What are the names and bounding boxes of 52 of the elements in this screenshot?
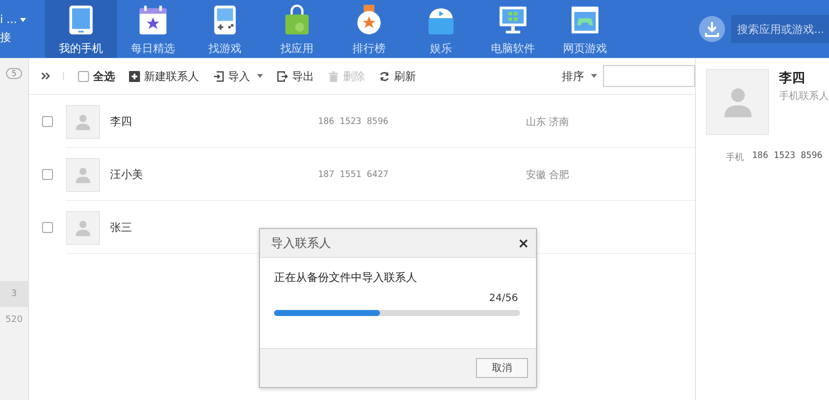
count-badge: 5	[6, 68, 22, 79]
select-all-checkbox[interactable]: 全选	[78, 68, 115, 84]
account-name[interactable]: i ...	[0, 13, 18, 26]
phone-label: 手机	[726, 152, 744, 164]
contact-name: 汪小美	[110, 168, 143, 181]
import-icon	[213, 70, 224, 82]
dialog-title: 导入联系人	[271, 234, 331, 252]
avatar	[66, 210, 100, 244]
filter-field[interactable]	[603, 65, 695, 87]
toolbar-button[interactable]: 刷新	[379, 68, 416, 84]
nav-tab[interactable]: 电脑软件	[477, 0, 549, 58]
trash-icon	[328, 70, 339, 82]
refresh-icon	[379, 70, 390, 82]
export-icon	[277, 70, 288, 82]
detail-phone: 186 1523 8596	[752, 151, 822, 163]
detail-name: 李四	[779, 70, 806, 87]
toolbar-button[interactable]: 新建联系人	[129, 68, 199, 84]
contact-phone: 187 1551 6427	[318, 170, 388, 180]
row-checkbox[interactable]	[42, 169, 53, 180]
progress-count: 24/56	[489, 293, 518, 304]
nav-tab[interactable]: 每日精选	[117, 0, 189, 58]
row-checkbox[interactable]	[42, 222, 53, 233]
caret-icon[interactable]	[20, 18, 26, 22]
toolbar-button[interactable]: 导入	[213, 68, 263, 84]
close-icon[interactable]	[519, 238, 528, 248]
detail-type: 手机联系人	[779, 90, 829, 103]
avatar	[66, 104, 100, 138]
toolbar-button[interactable]: 导出	[277, 68, 314, 84]
row-checkbox[interactable]	[42, 116, 53, 127]
contact-name: 张三	[110, 221, 132, 234]
nav-tab[interactable]: 找游戏	[189, 0, 261, 58]
contact-location: 山东 济南	[526, 116, 570, 128]
account-subtitle: 接	[0, 30, 12, 45]
download-icon[interactable]	[699, 16, 725, 42]
nav-tab[interactable]: 娱乐	[405, 0, 477, 58]
nav-tab[interactable]: 找应用	[261, 0, 333, 58]
add-icon	[129, 70, 140, 82]
sidebar-item[interactable]: 3	[0, 281, 28, 307]
search-field[interactable]: 搜索应用或游戏...	[731, 15, 829, 43]
sort-button[interactable]: 排序	[562, 68, 597, 84]
contact-name: 李四	[110, 115, 132, 128]
avatar	[706, 69, 769, 135]
nav-tab[interactable]: 我的手机	[45, 0, 117, 58]
contact-location: 安徽 合肥	[526, 168, 570, 182]
sidebar-item[interactable]: 520	[0, 307, 28, 333]
expand-icon[interactable]	[41, 72, 64, 80]
avatar	[66, 158, 100, 192]
contact-phone: 186 1523 8596	[318, 116, 388, 126]
nav-tab[interactable]: 排行榜	[333, 0, 405, 58]
nav-tab[interactable]: 网页游戏	[549, 0, 621, 58]
cancel-button[interactable]: 取消	[476, 358, 528, 378]
dialog-message: 正在从备份文件中导入联系人	[274, 270, 418, 285]
